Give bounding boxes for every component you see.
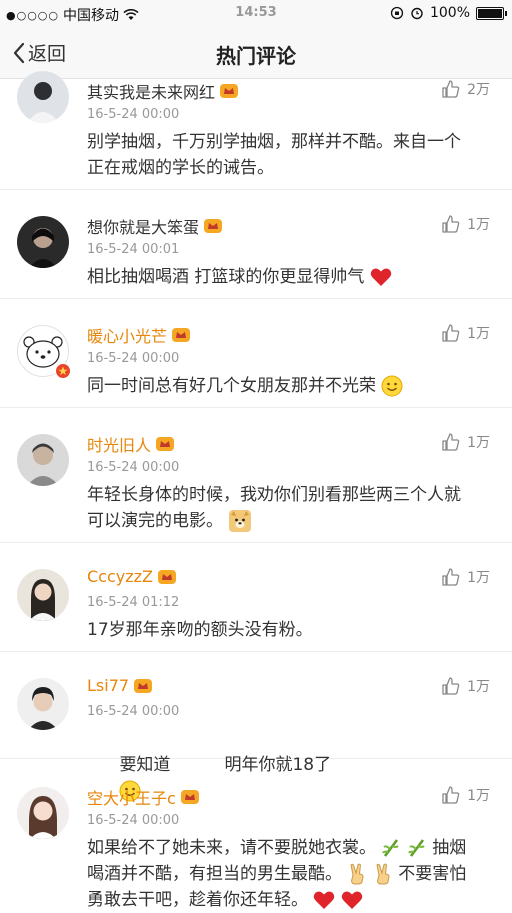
comment-item: 想你就是大笨蛋 16-5-24 00:01 1万 相比抽烟喝酒 打篮球的你更显得… [0, 190, 512, 299]
thumbs-up-icon [442, 677, 460, 695]
thumbs-up-icon [442, 324, 460, 342]
nav-bar: 返回 热门评论 [0, 28, 512, 79]
verified-badge-icon [55, 363, 71, 379]
thumbs-up-icon [442, 215, 460, 233]
vip-crown-icon [172, 328, 191, 342]
victory-hand-icon [376, 863, 390, 885]
comment-item: 空大小王子c 16-5-24 00:00 1万 如果给不了她未来，请不要脱她衣裳… [0, 759, 512, 910]
rotation-lock-icon [390, 6, 404, 20]
comment-time: 16-5-24 00:00 [87, 351, 180, 366]
avatar[interactable] [17, 434, 69, 486]
vip-crown-icon [156, 437, 175, 451]
like-button[interactable]: 1万 [441, 214, 490, 234]
avatar[interactable] [17, 569, 69, 621]
comment-item: 暖心小光芒 16-5-24 00:00 1万 同一时间总有好几个女朋友那并不光荣 [0, 299, 512, 408]
vip-crown-icon [204, 219, 223, 233]
like-button[interactable]: 1万 [441, 323, 490, 343]
like-button[interactable]: 2万 [441, 79, 490, 99]
vip-crown-icon [158, 569, 176, 584]
vip-crown-icon [220, 84, 239, 98]
comment-time: 16-5-24 00:00 [87, 813, 180, 828]
heart-icon [314, 891, 335, 909]
username[interactable]: CccyzzZ [87, 567, 177, 586]
bamboo-icon [407, 839, 425, 857]
comment-item: 时光旧人 16-5-24 00:00 1万 年轻长身体的时候，我劝你们别看那些两… [0, 408, 512, 543]
like-button[interactable]: 1万 [441, 432, 490, 452]
username[interactable]: Lsi77 [87, 676, 153, 695]
comment-text: 如果给不了她未来，请不要脱她衣裳。 抽烟 喝酒并不酷，有担当的男生最酷。 不要害… [87, 838, 467, 910]
like-button[interactable]: 1万 [441, 567, 490, 587]
avatar[interactable] [17, 678, 69, 730]
comment-time: 16-5-24 00:00 [87, 460, 180, 475]
smile-icon [381, 375, 403, 397]
username[interactable]: 时光旧人 [87, 432, 175, 456]
thumbs-up-icon [442, 568, 460, 586]
comment-text: 相比抽烟喝酒 打篮球的你更显得帅气 [87, 264, 490, 290]
like-button[interactable]: 1万 [441, 785, 490, 805]
avatar[interactable] [17, 216, 69, 268]
comment-item: 其实我是未来网红 16-5-24 00:00 2万 别学抽烟，千万别学抽烟，那样… [0, 71, 512, 190]
victory-hand-icon [350, 863, 364, 885]
comment-time: 16-5-24 00:01 [87, 242, 180, 257]
battery-percent: 100% [429, 5, 470, 21]
username[interactable]: 空大小王子c [87, 785, 200, 809]
comment-text: 同一时间总有好几个女朋友那并不光荣 [87, 373, 490, 399]
heart-icon [370, 268, 392, 286]
comment-time: 16-5-24 00:00 [87, 704, 180, 719]
comment-list: 其实我是未来网红 16-5-24 00:00 2万 别学抽烟，千万别学抽烟，那样… [0, 71, 512, 910]
comment-item: CccyzzZ 16-5-24 01:12 1万 17岁那年亲吻的额头没有粉。 [0, 543, 512, 652]
heart-icon [341, 891, 363, 909]
vip-crown-icon [180, 790, 199, 804]
status-bar: ●○○○○ 中国移动 14:53 100% [0, 0, 512, 28]
like-button[interactable]: 1万 [441, 676, 490, 696]
vip-crown-icon [134, 678, 153, 693]
comment-text: 17岁那年亲吻的额头没有粉。 [87, 620, 313, 640]
username[interactable]: 其实我是未来网红 [87, 79, 239, 103]
avatar[interactable] [17, 325, 71, 379]
thumbs-up-icon [442, 433, 460, 451]
comment-text: 年轻长身体的时候，我劝你们别看那些两三个人就 可以演完的电影。 [87, 485, 461, 532]
comment-time: 16-5-24 01:12 [87, 595, 180, 610]
comment-text: 别学抽烟，千万别学抽烟，那样并不酷。来自一个 正在戒烟的学长的诫告。 [87, 132, 461, 178]
doge-icon [229, 510, 252, 532]
username[interactable]: 暖心小光芒 [87, 323, 191, 347]
status-right: 100% [390, 5, 507, 21]
thumbs-up-icon [442, 786, 460, 804]
avatar[interactable] [17, 787, 69, 839]
avatar[interactable] [17, 71, 69, 123]
comment-item: Lsi77 16-5-24 00:00 1万 要知道 明年你就18了 [0, 652, 512, 802]
thumbs-up-icon [442, 80, 460, 98]
bamboo-icon [382, 839, 400, 857]
alarm-icon [411, 7, 423, 20]
username[interactable]: 想你就是大笨蛋 [87, 214, 223, 238]
battery-icon [476, 6, 507, 20]
comment-time: 16-5-24 00:00 [87, 107, 180, 122]
page-title: 热门评论 [216, 44, 296, 68]
